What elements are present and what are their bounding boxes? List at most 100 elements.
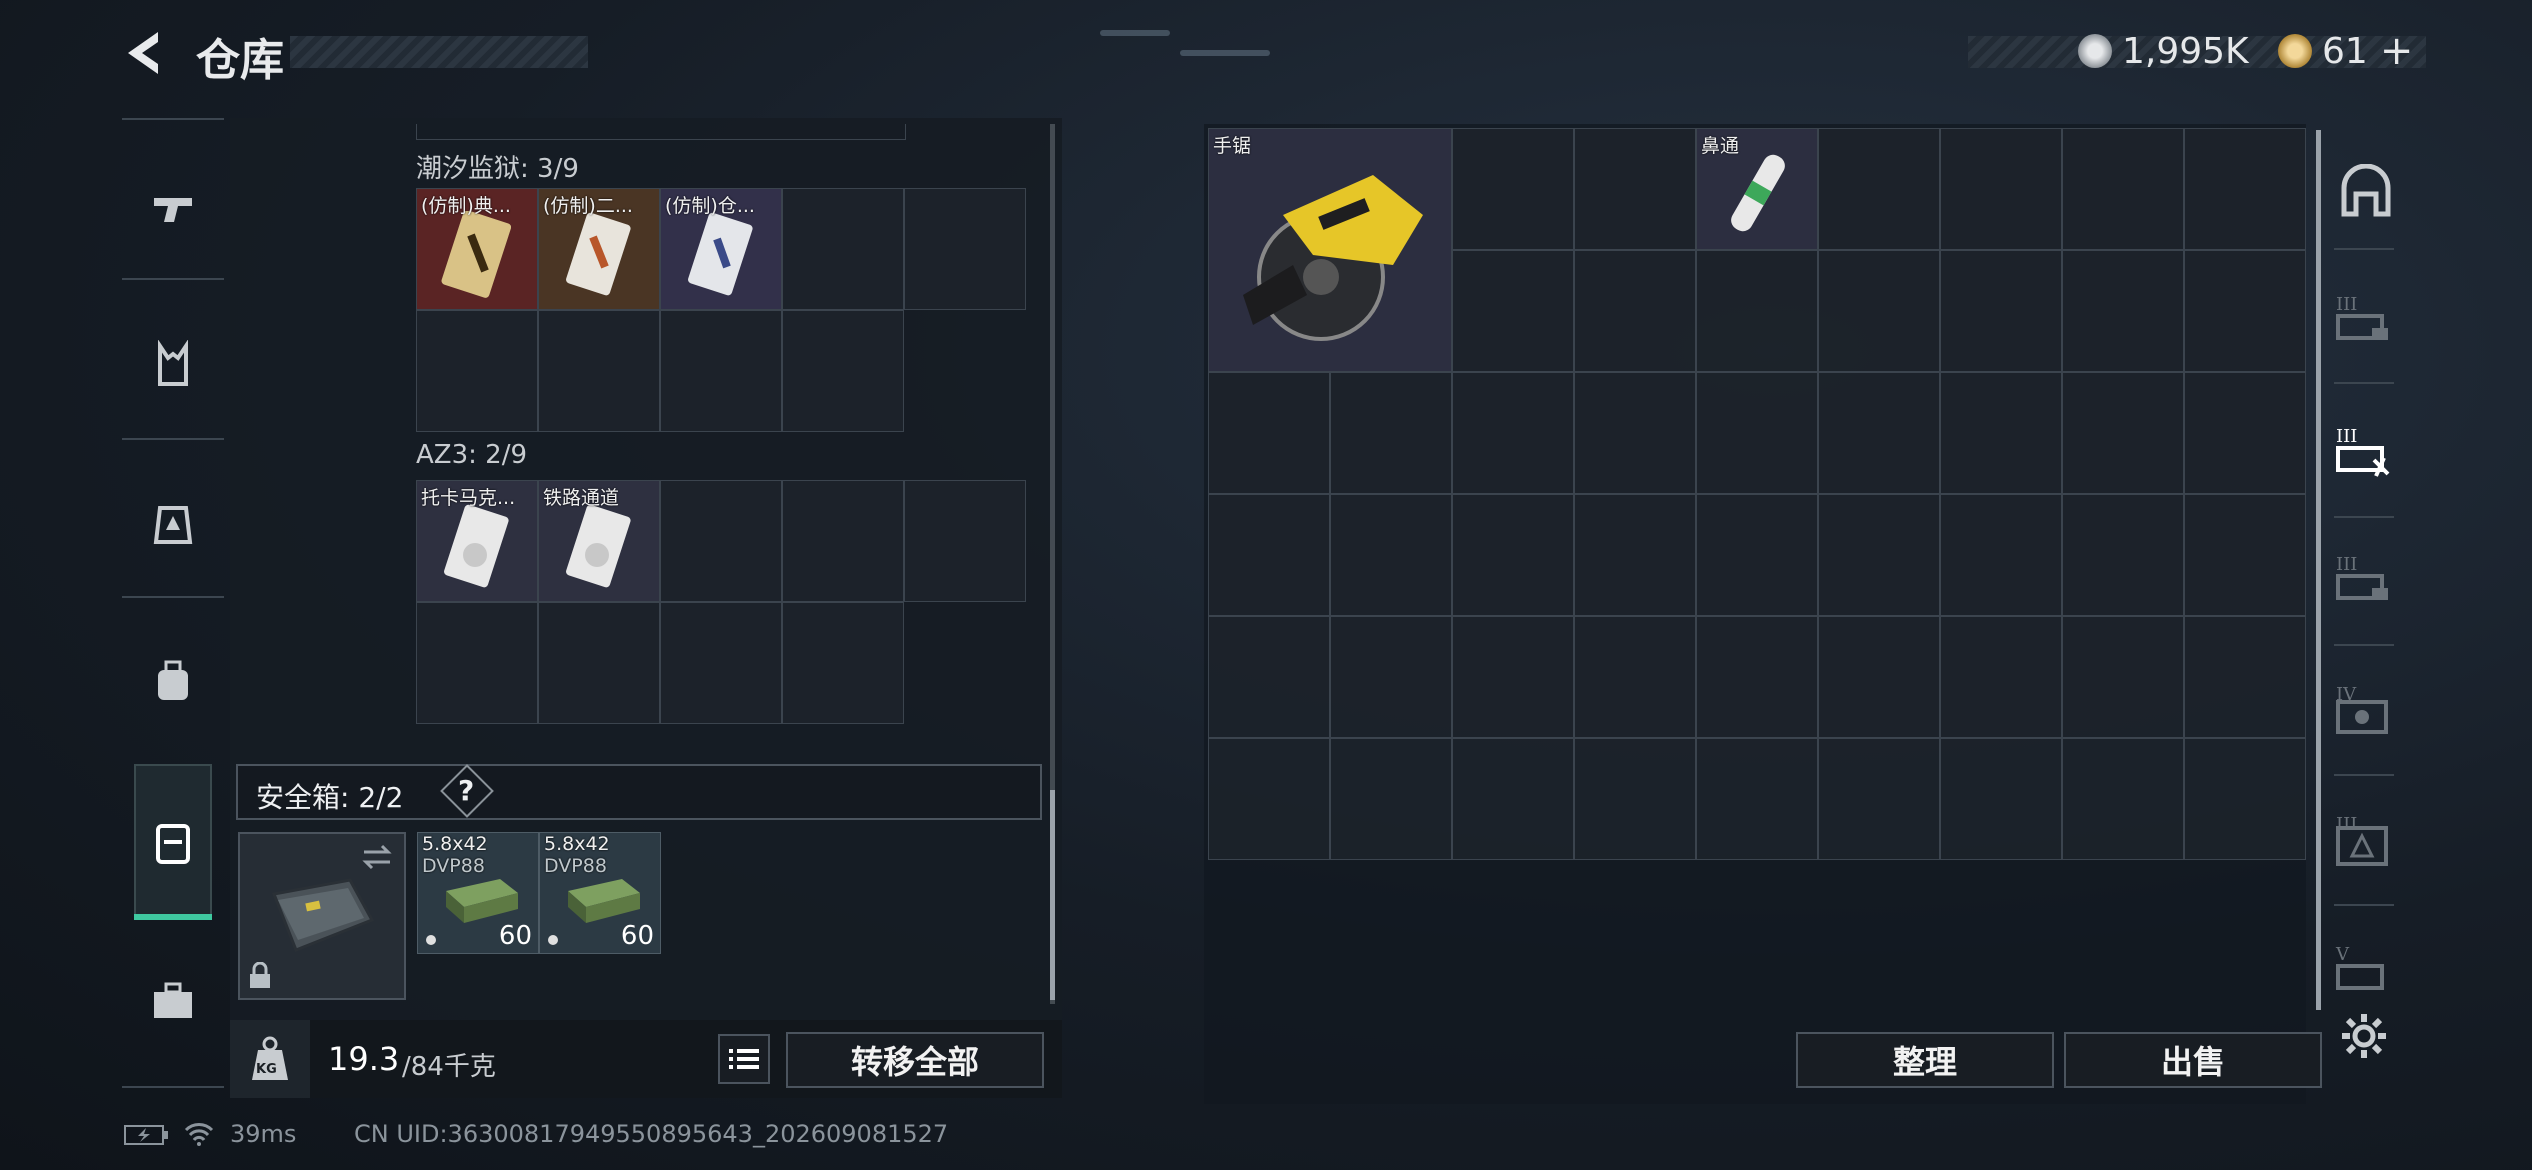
grid-cell[interactable] (1696, 250, 1818, 372)
grid-cell[interactable] (1574, 616, 1696, 738)
grid-cell[interactable] (2184, 128, 2306, 250)
grid-cell[interactable] (2184, 250, 2306, 372)
grid-cell[interactable] (782, 602, 904, 724)
key-item[interactable]: (仿制)二... (539, 189, 659, 309)
weapon-icon[interactable] (148, 182, 198, 232)
grid-cell[interactable] (1330, 494, 1452, 616)
grid-cell[interactable] (1208, 738, 1330, 860)
safe-expansion-icon[interactable] (2334, 688, 2394, 738)
grid-cell[interactable] (538, 310, 660, 432)
grid-cell[interactable] (1452, 494, 1574, 616)
grid-cell[interactable] (1574, 372, 1696, 494)
scrollbar-thumb[interactable] (1050, 790, 1055, 1000)
safe-box-icon[interactable] (148, 818, 198, 868)
grid-cell[interactable] (2184, 372, 2306, 494)
grid-cell[interactable] (2062, 494, 2184, 616)
storage-expansion-icon[interactable] (2334, 298, 2394, 348)
grid-cell[interactable] (1940, 372, 2062, 494)
grid-cell[interactable] (1330, 616, 1452, 738)
grid-cell[interactable] (1818, 738, 1940, 860)
title-decoration (290, 36, 588, 68)
list-view-button[interactable] (718, 1034, 770, 1084)
storage-expansion-icon[interactable] (2334, 558, 2394, 608)
grid-cell[interactable] (2184, 494, 2306, 616)
grid-cell[interactable] (2062, 250, 2184, 372)
currency-gold[interactable]: 61 + (2278, 26, 2413, 76)
divider (2334, 382, 2394, 384)
grid-cell[interactable] (782, 188, 904, 310)
chest-rig-icon[interactable] (148, 340, 198, 390)
grid-cell[interactable] (782, 480, 904, 602)
key-item[interactable]: (仿制)仓... (661, 189, 781, 309)
safe-box-label: 安全箱: 2/2 (256, 781, 404, 814)
grid-cell[interactable] (1574, 128, 1696, 250)
grid-cell[interactable] (1940, 738, 2062, 860)
grid-cell[interactable] (1940, 250, 2062, 372)
grid-cell[interactable] (1818, 494, 1940, 616)
armor-icon[interactable] (148, 498, 198, 548)
grid-cell[interactable] (1452, 372, 1574, 494)
grid-cell[interactable] (1208, 494, 1330, 616)
grid-cell[interactable] (1818, 616, 1940, 738)
key-item[interactable]: 铁路通道 (539, 481, 659, 601)
swap-icon[interactable] (360, 842, 394, 872)
grid-cell[interactable] (2062, 616, 2184, 738)
storage-home-icon[interactable] (2338, 164, 2394, 220)
grid-cell[interactable] (416, 310, 538, 432)
grid-cell[interactable] (904, 480, 1026, 602)
saw-item[interactable]: 手锯 (1209, 129, 1451, 371)
help-icon[interactable]: ? (458, 774, 474, 807)
grid-cell[interactable] (1696, 372, 1818, 494)
grid-cell[interactable] (1696, 494, 1818, 616)
inhaler-item[interactable]: 鼻通 (1697, 129, 1817, 249)
grid-cell[interactable] (660, 602, 782, 724)
grid-cell[interactable] (1452, 128, 1574, 250)
key-item[interactable]: (仿制)典... (417, 189, 537, 309)
add-currency-icon[interactable]: + (2380, 28, 2414, 74)
grid-cell[interactable] (2062, 128, 2184, 250)
safe-box-slot[interactable] (238, 832, 406, 1000)
grid-cell[interactable] (416, 602, 538, 724)
armor-expansion-icon[interactable] (2334, 818, 2394, 868)
storage-expansion-icon[interactable] (2334, 948, 2394, 998)
grid-cell[interactable] (1208, 616, 1330, 738)
sell-button[interactable]: 出售 (2064, 1032, 2322, 1088)
grid-cell[interactable] (2184, 738, 2306, 860)
toolbox-icon[interactable] (148, 976, 198, 1026)
grid-cell[interactable] (1330, 738, 1452, 860)
grid-cell[interactable] (1574, 738, 1696, 860)
grid-cell[interactable] (1696, 616, 1818, 738)
grid-cell[interactable] (1452, 738, 1574, 860)
grid-cell[interactable] (1940, 494, 2062, 616)
grid-cell[interactable] (1696, 738, 1818, 860)
grid-cell[interactable] (1818, 372, 1940, 494)
grid-cell[interactable] (660, 310, 782, 432)
grid-cell[interactable] (1452, 250, 1574, 372)
grid-cell[interactable] (1574, 250, 1696, 372)
grid-cell[interactable] (1940, 616, 2062, 738)
grid-cell[interactable] (660, 480, 782, 602)
ammo-item[interactable]: 5.8x42 DVP88 60 (417, 832, 539, 954)
safe-box-header: 安全箱: 2/2 ? (236, 764, 1042, 820)
sort-button[interactable]: 整理 (1796, 1032, 2054, 1088)
grid-cell[interactable] (904, 188, 1026, 310)
grid-cell[interactable] (1940, 128, 2062, 250)
backpack-icon[interactable] (148, 656, 198, 706)
grid-cell[interactable] (782, 310, 904, 432)
ammo-item[interactable]: 5.8x42 DVP88 60 (539, 832, 661, 954)
grid-cell[interactable] (1818, 250, 1940, 372)
transfer-all-button[interactable]: 转移全部 (786, 1032, 1044, 1088)
grid-cell[interactable] (2184, 616, 2306, 738)
grid-cell[interactable] (2062, 372, 2184, 494)
grid-cell[interactable] (1818, 128, 1940, 250)
grid-cell[interactable] (538, 602, 660, 724)
grid-cell[interactable] (1452, 616, 1574, 738)
grid-cell[interactable] (2062, 738, 2184, 860)
grid-cell[interactable] (1208, 372, 1330, 494)
gear-icon[interactable] (2340, 1012, 2388, 1060)
grid-cell[interactable] (1330, 372, 1452, 494)
grid-cell[interactable] (1574, 494, 1696, 616)
back-arrow-icon[interactable] (120, 28, 170, 78)
key-item[interactable]: 托卡马克... (417, 481, 537, 601)
storage-expansion-active-icon[interactable] (2334, 430, 2394, 480)
